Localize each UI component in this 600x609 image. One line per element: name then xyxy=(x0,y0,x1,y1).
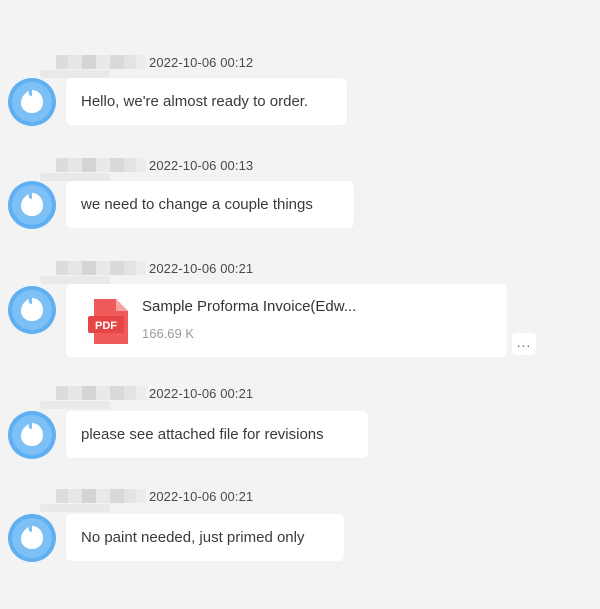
avatar-icon xyxy=(8,411,56,459)
sender-name-redacted xyxy=(56,158,146,172)
sender-name-redacted xyxy=(56,55,146,69)
file-attachment-card[interactable]: PDF Sample Proforma Invoice(Edw... 166.6… xyxy=(66,284,507,357)
sender-name-redacted-sub xyxy=(40,70,110,78)
pdf-icon-label: PDF xyxy=(95,320,117,332)
sender-name-redacted xyxy=(56,386,146,400)
avatar[interactable] xyxy=(8,78,56,126)
avatar-icon xyxy=(8,286,56,334)
message-bubble[interactable]: please see attached file for revisions xyxy=(66,411,368,458)
message-timestamp: 2022-10-06 00:13 xyxy=(149,158,254,173)
sender-name-redacted xyxy=(56,489,146,503)
sender-name-redacted xyxy=(56,261,146,275)
avatar[interactable] xyxy=(8,286,56,334)
message-timestamp: 2022-10-06 00:21 xyxy=(149,489,254,504)
sender-name-redacted-sub xyxy=(40,276,110,284)
pdf-icon: PDF xyxy=(88,299,128,344)
file-size: 166.69 K xyxy=(142,326,195,341)
more-options-button[interactable]: ... xyxy=(512,333,536,355)
message-timestamp: 2022-10-06 00:12 xyxy=(149,55,254,70)
file-name: Sample Proforma Invoice(Edw... xyxy=(142,298,357,315)
message-timestamp: 2022-10-06 00:21 xyxy=(149,261,254,276)
avatar[interactable] xyxy=(8,514,56,562)
message-bubble[interactable]: No paint needed, just primed only xyxy=(66,514,344,561)
sender-name-redacted-sub xyxy=(40,173,110,181)
avatar-icon xyxy=(8,78,56,126)
message-bubble[interactable]: we need to change a couple things xyxy=(66,181,354,228)
avatar[interactable] xyxy=(8,181,56,229)
avatar-icon xyxy=(8,181,56,229)
message-bubble[interactable]: Hello, we're almost ready to order. xyxy=(66,78,347,125)
avatar[interactable] xyxy=(8,411,56,459)
sender-name-redacted-sub xyxy=(40,401,110,409)
message-timestamp: 2022-10-06 00:21 xyxy=(149,386,254,401)
sender-name-redacted-sub xyxy=(40,504,110,512)
avatar-icon xyxy=(8,514,56,562)
